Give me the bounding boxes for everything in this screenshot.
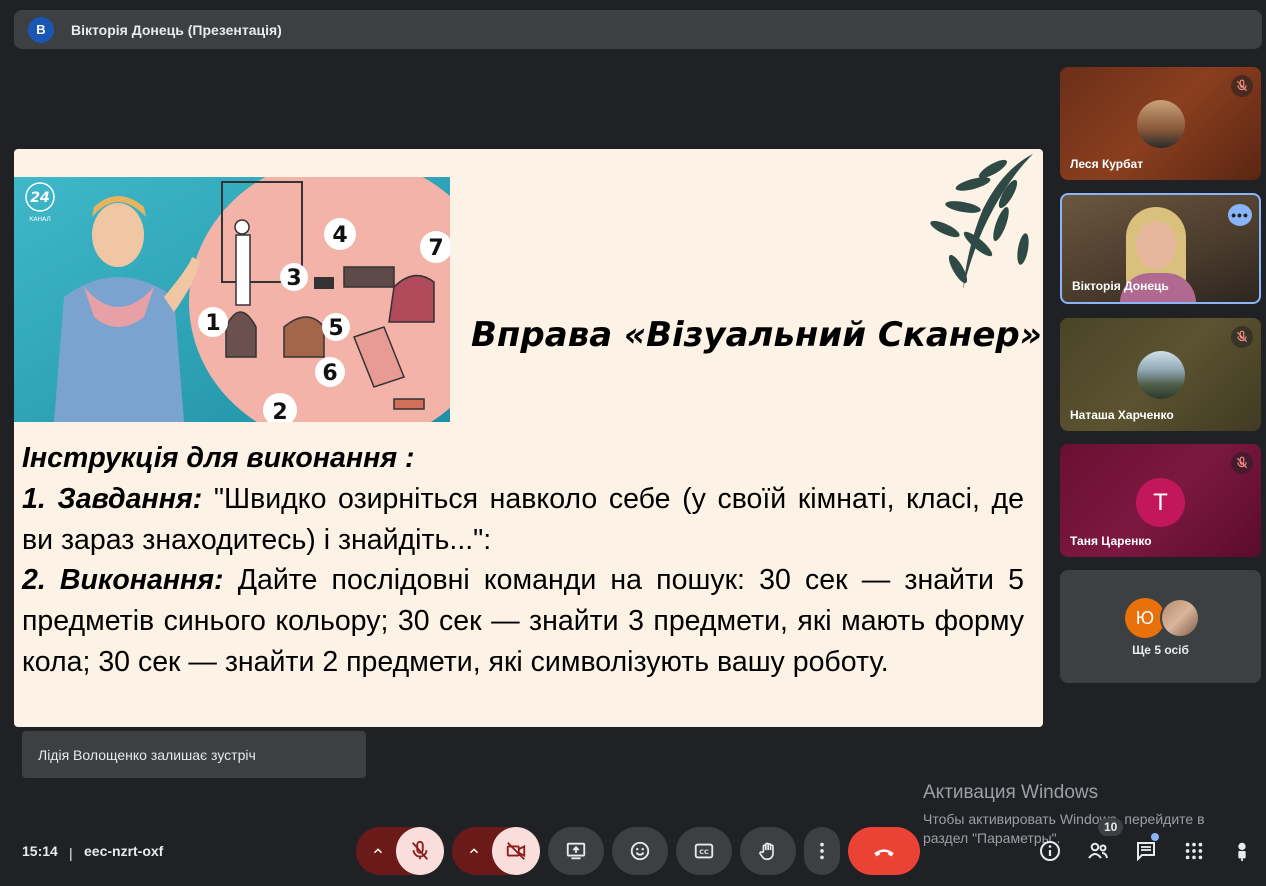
camera-control	[452, 827, 540, 875]
audio-settings-chevron-icon[interactable]	[356, 827, 400, 875]
captions-icon: CC	[694, 843, 714, 859]
participant-name: Наташа Харченко	[1070, 408, 1174, 422]
instruction-label: Інструкція для виконання :	[22, 442, 415, 474]
slide-number-3: 3	[286, 266, 301, 291]
chat-notification-dot	[1151, 833, 1159, 841]
svg-text:CC: CC	[699, 848, 709, 856]
svg-text:КАНАЛ: КАНАЛ	[29, 216, 51, 223]
activities-button[interactable]	[1176, 833, 1212, 869]
separator: |	[69, 845, 73, 861]
participant-face	[1136, 221, 1176, 269]
lock-person-icon	[1238, 842, 1246, 862]
presenter-avatar: В	[28, 16, 54, 43]
participant-name: Леся Курбат	[1070, 157, 1144, 171]
more-participants-label: Ще 5 осіб	[1132, 643, 1189, 657]
clock: 15:14	[22, 843, 58, 859]
captions-button[interactable]: CC	[676, 827, 732, 875]
participant-photo	[1137, 100, 1185, 148]
people-count-badge: 10	[1098, 818, 1124, 836]
hang-up-icon	[874, 849, 894, 857]
slide-number-6: 6	[322, 361, 337, 386]
slide-number-2: 2	[272, 400, 287, 422]
reactions-button[interactable]	[612, 827, 668, 875]
camera-off-button[interactable]	[492, 827, 540, 875]
leave-call-button[interactable]	[848, 827, 920, 875]
people-button[interactable]	[1080, 833, 1116, 869]
participant-tile[interactable]: Т Таня Царенко	[1060, 444, 1261, 557]
presentation-slide: 4 7 3 1 5 6 2 24 КАНАЛ Вправа «Візуальни…	[14, 149, 1043, 727]
more-options-button[interactable]	[804, 827, 840, 875]
slide-illustration: 4 7 3 1 5 6 2 24 КАНАЛ	[14, 177, 450, 422]
host-controls-button[interactable]	[1224, 833, 1260, 869]
slide-number-1: 1	[205, 311, 220, 336]
chat-icon	[1137, 842, 1155, 862]
slide-body: Інструкція для виконання : 1. Завдання: …	[22, 438, 1024, 683]
participant-tile-active[interactable]: ••• Вікторія Донець	[1060, 193, 1261, 304]
participant-tile[interactable]: Леся Курбат	[1060, 67, 1261, 180]
emoji-icon	[630, 841, 650, 861]
more-vert-icon	[820, 842, 824, 860]
hand-icon	[759, 842, 774, 861]
apps-grid-icon	[1185, 842, 1203, 860]
more-participants-tile[interactable]: Ю Ще 5 осіб	[1060, 570, 1261, 683]
mic-off-button[interactable]	[396, 827, 444, 875]
participant-tile[interactable]: Наташа Харченко	[1060, 318, 1261, 431]
slide-number-4: 4	[332, 223, 347, 248]
participant-initial: Ю	[1125, 598, 1165, 638]
participant-name: Таня Царенко	[1070, 534, 1152, 548]
participant-name: Вікторія Донець	[1072, 279, 1169, 293]
meeting-code: eec-nzrt-oxf	[84, 843, 164, 859]
step2-label: 2. Виконання:	[22, 564, 224, 597]
meeting-details-button[interactable]	[1032, 833, 1068, 869]
mic-off-icon	[1231, 326, 1253, 348]
people-icon	[1088, 842, 1108, 859]
participant-photo	[1137, 351, 1185, 399]
leaves-decoration	[930, 154, 1033, 289]
more-options-icon[interactable]: •••	[1228, 204, 1252, 226]
leave-notification: Лідія Волощенко залишає зустріч	[22, 731, 366, 778]
mic-off-icon	[1231, 452, 1253, 474]
microphone-control	[356, 827, 444, 875]
participant-avatar	[1160, 598, 1200, 638]
mic-off-icon	[1231, 75, 1253, 97]
step1-label: 1. Завдання:	[22, 482, 203, 515]
slide-heading: Вправа «Візуальний Сканер»	[471, 315, 1042, 355]
svg-text:24: 24	[30, 190, 49, 206]
raise-hand-button[interactable]	[740, 827, 796, 875]
present-icon	[566, 842, 586, 860]
video-settings-chevron-icon[interactable]	[452, 827, 496, 875]
present-screen-button[interactable]	[548, 827, 604, 875]
presenter-title: Вікторія Донець (Презентація)	[71, 21, 282, 38]
info-icon	[1040, 841, 1060, 861]
participant-initial: Т	[1136, 478, 1185, 527]
slide-number-5: 5	[328, 316, 343, 341]
slide-number-7: 7	[428, 236, 443, 261]
presenter-bar: В Вікторія Донець (Презентація)	[14, 10, 1262, 49]
